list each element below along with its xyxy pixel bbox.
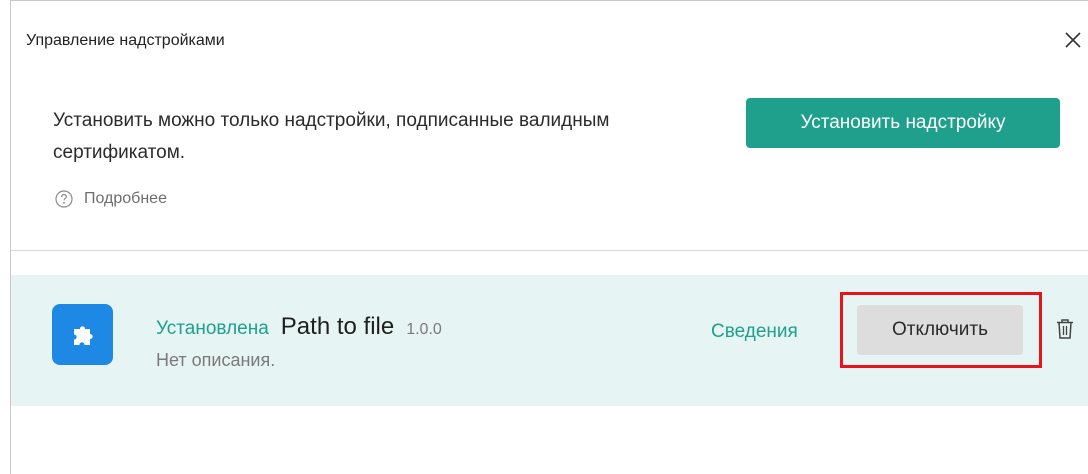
delete-button[interactable] xyxy=(1055,318,1075,340)
install-addon-button[interactable]: Установить надстройку xyxy=(746,98,1060,148)
addon-logo xyxy=(52,304,113,365)
help-circle-icon xyxy=(55,190,73,208)
addon-version: 1.0.0 xyxy=(406,321,442,338)
addon-description: Нет описания. xyxy=(156,350,276,370)
puzzle-icon xyxy=(73,325,93,345)
addon-row: Установлена Path to file 1.0.0 Нет описа… xyxy=(11,275,1088,406)
disable-button[interactable]: Отключить xyxy=(857,305,1023,355)
addon-header: Установлена Path to file 1.0.0 xyxy=(156,313,442,341)
details-link[interactable]: Сведения xyxy=(711,321,798,343)
addon-name: Path to file xyxy=(280,313,395,340)
trash-icon xyxy=(1057,319,1073,339)
info-text: Установить можно только надстройки, подп… xyxy=(53,110,610,163)
addons-dialog: Управление надстройками Установить можно… xyxy=(10,0,1088,474)
addon-status: Установлена xyxy=(156,318,269,339)
divider xyxy=(11,250,1088,251)
more-info-label: Подробнее xyxy=(84,190,167,207)
more-info-link[interactable]: Подробнее xyxy=(54,189,167,209)
dialog-title: Управление надстройками xyxy=(26,32,225,49)
close-button[interactable] xyxy=(1061,28,1085,52)
close-icon xyxy=(1065,32,1081,48)
